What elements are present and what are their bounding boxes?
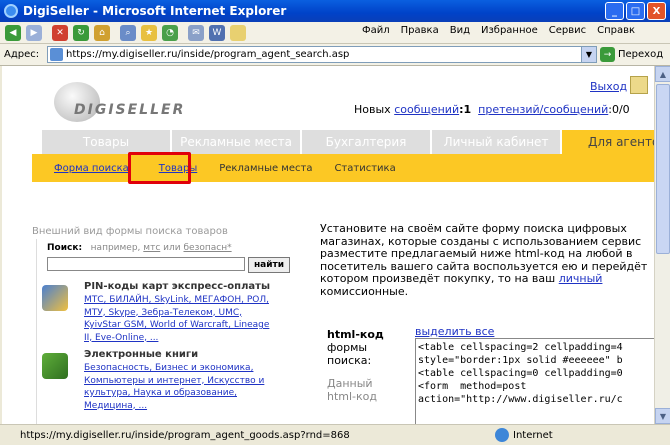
messages-count: :1 [459,103,472,116]
html-code-textarea[interactable]: <table cellspacing=2 cellpadding=4 style… [415,338,654,424]
maximize-button[interactable]: □ [626,2,645,20]
category-links[interactable]: Безопасность, Бизнес и экономика, Компью… [84,362,270,412]
mail-icon[interactable]: ✉ [188,24,204,41]
claims-count: :0/0 [608,103,630,116]
menu-bar: Файл Правка Вид Избранное Сервис Справк [362,25,635,36]
category-links-text[interactable]: Безопасность, Бизнес и экономика, Компью… [84,363,264,411]
address-url: https://my.digiseller.ru/inside/program_… [66,49,350,60]
menu-edit[interactable]: Правка [401,25,439,36]
subnav-statistics[interactable]: Статистика [334,163,395,174]
page-content: DIGISELLER Выход Новых сообщений:1 прете… [2,66,654,424]
go-button[interactable]: → Переход [600,47,663,62]
intro-tail: комиссионные. [320,284,409,298]
category-links-text[interactable]: МТС, БИЛАЙН, SkyLink, МЕГАФОН, РОЛ, МТУ,… [84,295,269,343]
address-input[interactable]: https://my.digiseller.ru/inside/program_… [47,46,597,63]
select-all-link[interactable]: выделить все [415,325,494,338]
tab-goods[interactable]: Товары [42,130,172,154]
ie-icon [4,4,18,18]
hint-link-mts[interactable]: мтс [143,243,160,253]
news-line: Новых сообщений:1 претензий/сообщений:0/… [354,103,630,116]
category-title[interactable]: Электронные книги [84,349,198,360]
main-tabs: Товары Рекламные места Бухгалтерия Личны… [42,130,654,154]
exit-icon[interactable] [630,76,648,94]
menu-help[interactable]: Справк [597,25,635,36]
digiseller-logo: DIGISELLER [54,80,183,126]
messages-link[interactable]: сообщений [394,103,459,116]
category-title[interactable]: PIN-коды карт экспресс-оплаты [84,281,270,292]
tab-ad-places[interactable]: Рекламные места [172,130,302,154]
category-pin-codes: PIN-коды карт экспресс-оплаты МТС, БИЛАЙ… [42,281,272,349]
sub-navigation: Форма поиска Товары Рекламные места Стат… [32,154,654,182]
preview-label: Данный html-код [327,377,378,403]
go-arrow-icon: → [600,47,615,62]
menu-tools[interactable]: Сервис [549,25,586,36]
vertical-scrollbar[interactable]: ▲ ▼ [654,66,670,424]
code-label: html-код [327,328,384,341]
find-button[interactable]: найти [248,257,290,273]
tab-agents[interactable]: Для агенто [562,130,654,154]
menu-file[interactable]: Файл [362,25,390,36]
back-icon[interactable]: ◀ [5,24,21,41]
edit-icon[interactable]: W [209,24,225,41]
address-dropdown[interactable]: ▼ [581,47,596,62]
cabinet-link[interactable]: личный [559,272,603,285]
category-links[interactable]: МТС, БИЛАЙН, SkyLink, МЕГАФОН, РОЛ, МТУ,… [84,294,270,344]
hint-link-security[interactable]: безопасн* [183,243,231,253]
folder-icon[interactable] [230,24,246,41]
window-title: DigiSeller - Microsoft Internet Explorer [23,4,287,18]
home-icon[interactable]: ⌂ [94,24,110,41]
preview-title: Внешний вид формы поиска товаров [32,226,228,237]
news-prefix: Новых [354,103,395,116]
forward-icon[interactable]: ▶ [26,24,42,41]
tab-accounting[interactable]: Бухгалтерия [302,130,432,154]
search-label: Поиск: [47,243,83,253]
category-ebooks: Электронные книги Безопасность, Бизнес и… [42,349,272,419]
search-form-preview: Поиск: например, мтс или безопасн* найти… [36,239,290,424]
search-icon[interactable]: ⌕ [120,24,136,41]
tab-account[interactable]: Личный кабинет [432,130,562,154]
exit-link[interactable]: Выход [590,80,627,93]
page-icon [50,48,63,61]
zone-label: Internet [513,429,553,441]
address-label: Адрес: [4,49,40,60]
scroll-thumb[interactable] [656,84,670,254]
address-bar: Адрес: https://my.digiseller.ru/inside/p… [0,44,670,66]
minimize-button[interactable]: _ [605,2,624,20]
favorites-icon[interactable]: ★ [141,24,157,41]
intro-text: Установите на своём сайте форму поиска ц… [320,222,654,298]
menu-favorites[interactable]: Избранное [481,25,538,36]
menu-view[interactable]: Вид [450,25,470,36]
search-hint: Поиск: например, мтс или безопасн* [47,243,232,253]
hint-prefix: например, [90,243,141,253]
stop-icon[interactable]: ✕ [52,24,68,41]
security-zone: Internet [495,428,553,442]
refresh-icon[interactable]: ↻ [73,24,89,41]
card-icon [42,285,68,311]
history-icon[interactable]: ◔ [162,24,178,41]
claims-link[interactable]: претензий/сообщений [478,103,608,116]
go-label: Переход [618,49,664,60]
globe-icon [495,428,509,442]
search-input[interactable] [47,257,245,271]
scroll-up-icon[interactable]: ▲ [655,66,670,82]
subnav-search-form[interactable]: Форма поиска [54,163,129,174]
subnav-ad-places[interactable]: Рекламные места [219,163,312,174]
close-button[interactable]: X [647,2,666,20]
status-url: https://my.digiseller.ru/inside/program_… [20,429,350,441]
scroll-down-icon[interactable]: ▼ [655,408,670,424]
status-bar: https://my.digiseller.ru/inside/program_… [0,424,670,445]
highlight-box [128,152,191,184]
window-controls: _ □ X [605,2,666,20]
hint-or: или [163,243,181,253]
book-icon [42,353,68,379]
logo-text: DIGISELLER [74,102,186,118]
title-bar: DigiSeller - Microsoft Internet Explorer… [0,0,670,22]
code-sublabel: формы поиска: [327,341,372,367]
